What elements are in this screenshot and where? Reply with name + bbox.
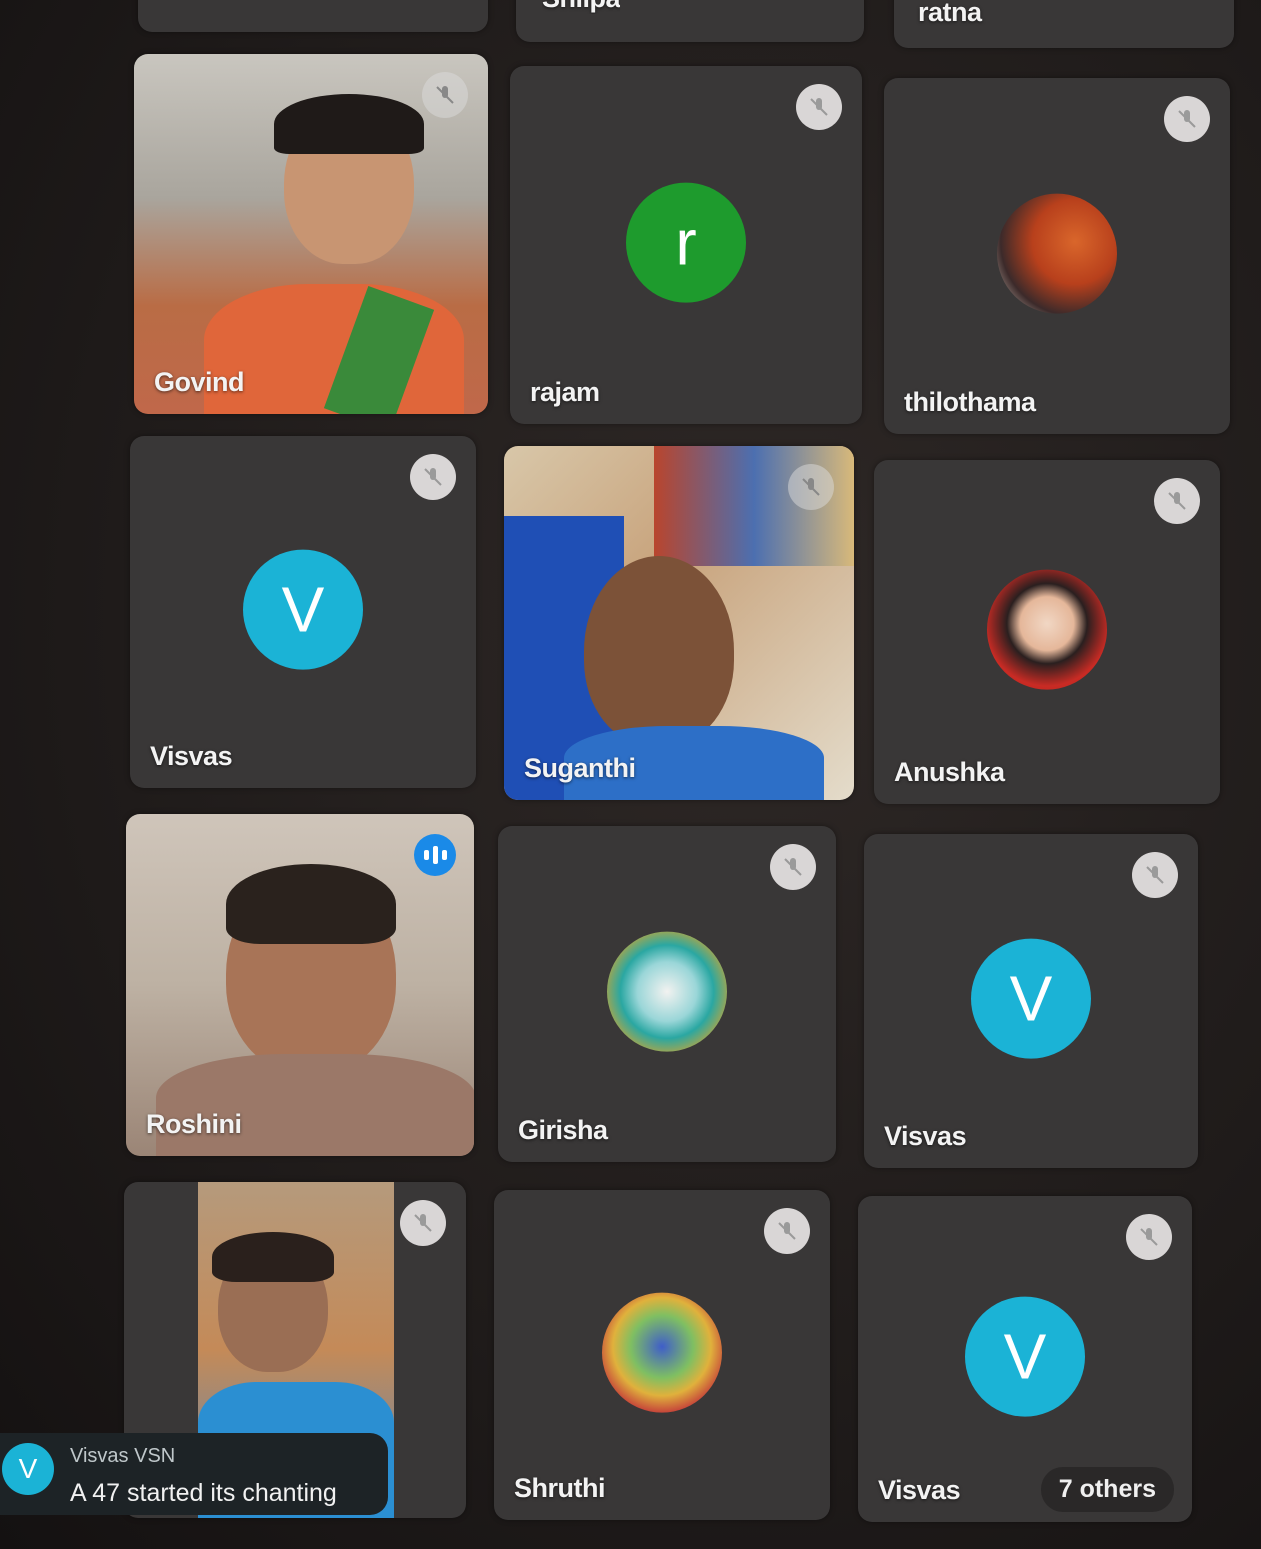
avatar xyxy=(987,569,1107,690)
mic-off-icon xyxy=(788,464,834,510)
participant-name: Visvas xyxy=(150,741,233,771)
mic-off-icon xyxy=(1132,852,1178,898)
participant-tile-thilothama[interactable]: thilothama xyxy=(884,78,1230,434)
participant-name: Visvas xyxy=(878,1475,961,1505)
avatar: V xyxy=(971,938,1091,1059)
mic-off-icon xyxy=(1164,96,1210,142)
chat-notification[interactable]: V Visvas VSN A 47 started its chanting xyxy=(0,1433,388,1515)
participant-tile-anushka[interactable]: Anushka xyxy=(874,460,1220,804)
participant-name: rajam xyxy=(530,377,600,407)
mic-off-icon xyxy=(764,1208,810,1254)
participant-name: ratna xyxy=(918,0,982,27)
participant-tile-ratna[interactable]: ratna xyxy=(894,0,1234,48)
participant-tile-shruthi[interactable]: Shruthi xyxy=(494,1190,830,1520)
avatar xyxy=(997,193,1117,314)
mic-off-icon xyxy=(422,72,468,118)
avatar: V xyxy=(243,549,363,670)
notification-message: A 47 started its chanting xyxy=(70,1479,337,1507)
avatar: V xyxy=(2,1443,54,1495)
mic-off-icon xyxy=(796,84,842,130)
participant-name: Anushka xyxy=(894,757,1005,787)
participant-tile-suganthi[interactable]: Suganthi xyxy=(504,446,854,800)
participant-name: Shilpa xyxy=(542,0,620,14)
participant-name: Govind xyxy=(154,367,245,397)
mic-off-icon xyxy=(1126,1214,1172,1260)
participant-tile-visvas-3[interactable]: V Visvas 7 others xyxy=(858,1196,1192,1522)
participant-tile-visvas-2[interactable]: V Visvas xyxy=(864,834,1198,1168)
mic-off-icon xyxy=(410,454,456,500)
others-count-button[interactable]: 7 others xyxy=(1040,1467,1174,1512)
participant-name: Girisha xyxy=(518,1115,608,1145)
mic-off-icon xyxy=(1154,478,1200,524)
speaking-indicator-icon xyxy=(414,834,456,876)
notification-sender: Visvas VSN xyxy=(70,1445,176,1467)
mic-off-icon xyxy=(400,1200,446,1246)
participant-tile-top-left[interactable] xyxy=(138,0,488,32)
avatar: r xyxy=(626,182,746,303)
mic-off-icon xyxy=(770,844,816,890)
participant-name: Shruthi xyxy=(514,1473,606,1503)
avatar xyxy=(607,931,727,1052)
participant-name: Visvas xyxy=(884,1121,967,1151)
participant-name: thilothama xyxy=(904,387,1036,417)
avatar xyxy=(602,1292,722,1413)
participant-tile-visvas-1[interactable]: V Visvas xyxy=(130,436,476,788)
participant-tile-govind[interactable]: Govind xyxy=(134,54,488,414)
participant-tile-girisha[interactable]: Girisha xyxy=(498,826,836,1162)
participant-name: Roshini xyxy=(146,1109,242,1139)
participant-tile-rajam[interactable]: r rajam xyxy=(510,66,862,424)
participant-video xyxy=(204,94,464,414)
participant-name: Suganthi xyxy=(524,753,636,783)
participant-tile-shilpa[interactable]: Shilpa xyxy=(516,0,864,42)
participant-tile-roshini[interactable]: Roshini xyxy=(126,814,474,1156)
avatar: V xyxy=(965,1296,1085,1417)
